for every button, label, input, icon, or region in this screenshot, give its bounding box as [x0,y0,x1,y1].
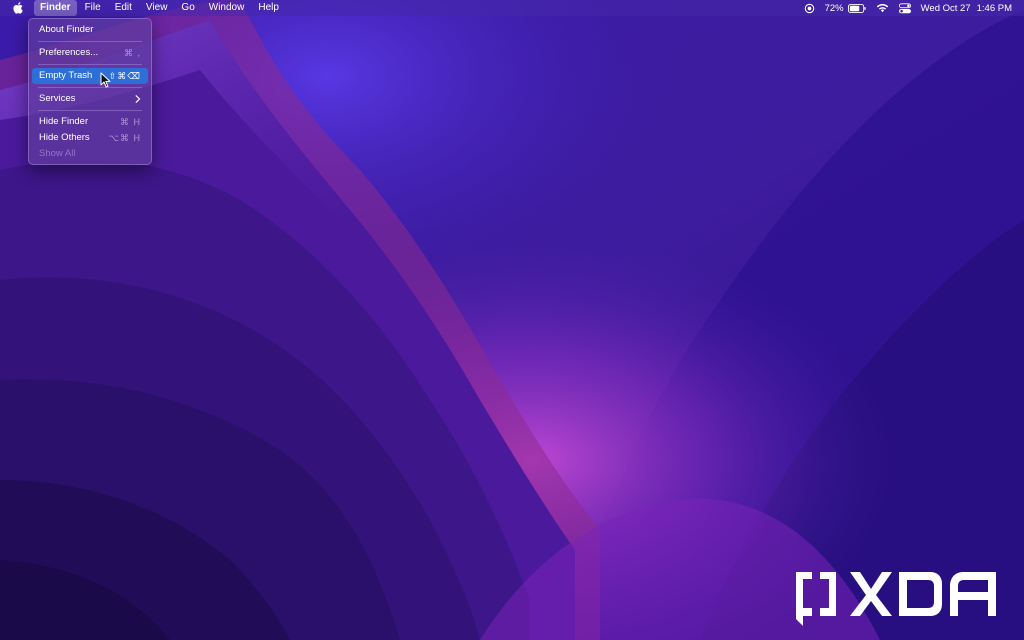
menu-finder[interactable]: Finder [34,0,77,16]
menu-file[interactable]: File [79,0,107,16]
menu-item-label: Show All [39,148,76,159]
menu-item-label: Hide Others [39,132,90,143]
menu-go[interactable]: Go [175,0,200,16]
menu-item-empty-trash[interactable]: Empty Trash ⇧⌘⌫ [32,68,148,84]
desktop-wallpaper [0,0,1024,640]
menu-edit[interactable]: Edit [109,0,138,16]
clock-date: Wed Oct 27 [920,2,971,14]
battery-percent: 72% [824,2,844,14]
menu-separator [38,41,142,42]
menu-item-show-all: Show All [32,146,148,162]
menu-item-shortcut: ⇧⌘⌫ [108,71,141,81]
menu-item-preferences[interactable]: Preferences... ⌘ , [32,45,148,61]
menu-separator [38,64,142,65]
menu-item-shortcut: ⌘ H [120,117,141,127]
menu-item-hide-finder[interactable]: Hide Finder ⌘ H [32,114,148,130]
menu-item-label: Hide Finder [39,116,89,127]
menu-window[interactable]: Window [203,0,251,16]
menu-separator [38,110,142,111]
menu-item-shortcut: ⌥⌘ H [108,133,141,143]
apple-logo-icon[interactable] [8,0,28,16]
menu-item-services[interactable]: Services [32,91,148,107]
battery-status[interactable]: 72% [825,0,866,16]
xda-logo [796,572,996,626]
desktop: Finder File Edit View Go Window Help 72% [0,0,1024,640]
menu-bar: Finder File Edit View Go Window Help 72% [0,0,1024,16]
finder-menu-dropdown: About Finder Preferences... ⌘ , Empty Tr… [28,18,152,165]
menu-item-about-finder[interactable]: About Finder [32,22,148,38]
menu-item-label: Empty Trash [39,70,93,81]
clock-time: 1:46 PM [976,2,1012,14]
control-center-icon[interactable] [898,0,911,16]
menu-item-hide-others[interactable]: Hide Others ⌥⌘ H [32,130,148,146]
battery-icon [847,0,866,16]
menu-bar-status: 72% Wed Oct 27 1:46 PM [804,0,1012,16]
menu-item-label: Services [39,93,76,104]
menu-bar-clock[interactable]: Wed Oct 27 1:46 PM [921,3,1012,14]
menu-help[interactable]: Help [252,0,285,16]
mouse-cursor-icon [100,72,111,88]
menu-bar-left: Finder File Edit View Go Window Help [0,0,287,16]
menu-item-label: Preferences... [39,47,99,58]
chevron-right-icon [135,95,141,103]
wifi-icon[interactable] [876,0,889,16]
menu-view[interactable]: View [140,0,174,16]
record-icon[interactable] [804,0,815,16]
menu-item-shortcut: ⌘ , [123,48,141,58]
menu-item-label: About Finder [39,24,94,35]
menu-separator [38,87,142,88]
